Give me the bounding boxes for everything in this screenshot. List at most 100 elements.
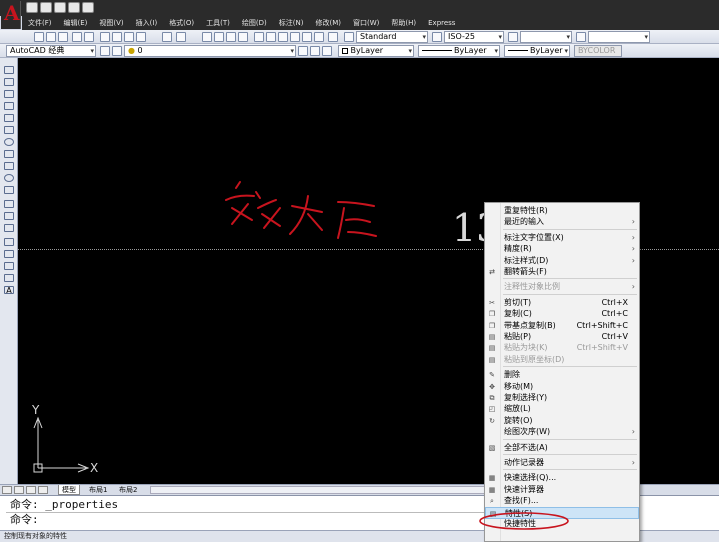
- context-menu-item[interactable]: ✂ 剪切(T) Ctrl+X: [485, 297, 639, 309]
- zoom-window-icon[interactable]: [226, 32, 236, 42]
- context-menu-item[interactable]: 最近的输入 ›: [485, 216, 639, 228]
- table-style-select[interactable]: ▾: [520, 31, 572, 43]
- lineweight-select[interactable]: ByLayer ▾: [504, 45, 570, 57]
- polygon-icon[interactable]: [4, 102, 14, 110]
- ellipse-arc-icon[interactable]: [4, 186, 14, 194]
- tab-layout2[interactable]: 布局2: [116, 485, 140, 495]
- context-menu-item[interactable]: ❐ 带基点复制(B) Ctrl+Shift+C: [485, 320, 639, 332]
- revcloud-icon[interactable]: [4, 150, 14, 158]
- spline-icon[interactable]: [4, 162, 14, 170]
- context-menu-item[interactable]: ◰ 缩放(L): [485, 403, 639, 415]
- paste-icon[interactable]: [124, 32, 134, 42]
- xline-icon[interactable]: [4, 78, 14, 86]
- line-icon[interactable]: [4, 66, 14, 74]
- new-icon[interactable]: [34, 32, 44, 42]
- context-menu-item[interactable]: 精度(R) ›: [485, 243, 639, 255]
- menu-modify[interactable]: 修改(M): [309, 16, 347, 30]
- context-menu-item[interactable]: ✥ 移动(M): [485, 381, 639, 393]
- undo-icon[interactable]: [82, 2, 94, 13]
- polyline-icon[interactable]: [4, 90, 14, 98]
- gradient-icon[interactable]: [4, 250, 14, 258]
- workspace-settings-icon[interactable]: [100, 46, 110, 56]
- save-icon[interactable]: [58, 32, 68, 42]
- properties-icon[interactable]: [254, 32, 264, 42]
- design-center-icon[interactable]: [266, 32, 276, 42]
- markup-icon[interactable]: [302, 32, 312, 42]
- context-menu-item[interactable]: ↻ 旋转(O): [485, 415, 639, 427]
- menu-insert[interactable]: 插入(I): [130, 16, 164, 30]
- context-menu-item[interactable]: ⇄ 翻转箭头(F): [485, 266, 639, 278]
- menu-express[interactable]: Express: [422, 16, 461, 30]
- region-icon[interactable]: [4, 262, 14, 270]
- mtext-icon[interactable]: A: [4, 286, 14, 295]
- text-style-select[interactable]: Standard ▾: [356, 31, 428, 43]
- pan-icon[interactable]: [202, 32, 212, 42]
- last-tab-icon[interactable]: [38, 486, 48, 494]
- save-icon[interactable]: [54, 2, 66, 13]
- arc-icon[interactable]: [4, 126, 14, 134]
- make-current-icon[interactable]: [298, 46, 308, 56]
- point-icon[interactable]: [4, 224, 14, 232]
- context-menu-item[interactable]: ❐ 复制(C) Ctrl+C: [485, 308, 639, 320]
- match-properties-icon[interactable]: [136, 32, 146, 42]
- menu-view[interactable]: 视图(V): [93, 16, 129, 30]
- tab-model[interactable]: 模型: [58, 485, 80, 495]
- rectangle-icon[interactable]: [4, 114, 14, 122]
- color-select[interactable]: ByLayer ▾: [338, 45, 414, 57]
- context-menu-item[interactable]: 动作记录器 ›: [485, 457, 639, 469]
- menu-dimension[interactable]: 标注(N): [273, 16, 310, 30]
- zoom-previous-icon[interactable]: [238, 32, 248, 42]
- ellipse-icon[interactable]: [4, 174, 14, 182]
- context-menu-item[interactable]: ✎ 删除: [485, 369, 639, 381]
- tool-palettes-icon[interactable]: [278, 32, 288, 42]
- cut-icon[interactable]: [100, 32, 110, 42]
- context-menu-item[interactable]: ▦ 快速计算器: [485, 484, 639, 496]
- context-menu-item[interactable]: 标注样式(D) ›: [485, 255, 639, 267]
- copy-icon[interactable]: [112, 32, 122, 42]
- menu-draw[interactable]: 绘图(D): [236, 16, 273, 30]
- print-icon[interactable]: [72, 32, 82, 42]
- help-icon[interactable]: [328, 32, 338, 42]
- context-menu-item[interactable]: 重复特性(R): [485, 205, 639, 217]
- context-menu-item[interactable]: 标注文字位置(X) ›: [485, 232, 639, 244]
- quickcalc-icon[interactable]: [314, 32, 324, 42]
- context-menu-item[interactable]: ▦ 快速选择(Q)...: [485, 472, 639, 484]
- print-icon[interactable]: [68, 2, 80, 13]
- linetype-select[interactable]: ByLayer ▾: [418, 45, 500, 57]
- app-logo-button[interactable]: A: [1, 1, 21, 29]
- dim-style-select[interactable]: ISO-25 ▾: [444, 31, 504, 43]
- layer-select[interactable]: ● 0 ▾: [124, 45, 296, 57]
- tab-layout1[interactable]: 布局1: [86, 485, 110, 495]
- menu-edit[interactable]: 编辑(E): [58, 16, 94, 30]
- multileader-style-select[interactable]: ▾: [588, 31, 650, 43]
- layer-previous-icon[interactable]: [310, 46, 320, 56]
- make-block-icon[interactable]: [4, 212, 14, 220]
- context-menu-item[interactable]: ⌕ 查找(F)...: [485, 495, 639, 507]
- context-menu-item[interactable]: ▤ 粘贴(P) Ctrl+V: [485, 331, 639, 343]
- context-menu-item[interactable]: ▧ 全部不选(A): [485, 442, 639, 454]
- menu-window[interactable]: 窗口(W): [347, 16, 385, 30]
- prev-tab-icon[interactable]: [14, 486, 24, 494]
- zoom-realtime-icon[interactable]: [214, 32, 224, 42]
- menu-format[interactable]: 格式(O): [163, 16, 200, 30]
- open-icon[interactable]: [40, 2, 52, 13]
- first-tab-icon[interactable]: [2, 486, 12, 494]
- new-icon[interactable]: [26, 2, 38, 13]
- menu-help[interactable]: 帮助(H): [385, 16, 422, 30]
- context-menu-item[interactable]: ⧉ 复制选择(Y): [485, 392, 639, 404]
- next-tab-icon[interactable]: [26, 486, 36, 494]
- menu-file[interactable]: 文件(F): [22, 16, 58, 30]
- open-icon[interactable]: [46, 32, 56, 42]
- sheet-set-icon[interactable]: [290, 32, 300, 42]
- command-input[interactable]: 命令:: [10, 513, 39, 526]
- insert-block-icon[interactable]: [4, 200, 14, 208]
- context-menu-item[interactable]: 绘图次序(W) ›: [485, 426, 639, 438]
- menu-tools[interactable]: 工具(T): [200, 16, 236, 30]
- circle-icon[interactable]: [4, 138, 14, 146]
- hatch-icon[interactable]: [4, 238, 14, 246]
- layer-state-icon[interactable]: [322, 46, 332, 56]
- workspace-select[interactable]: AutoCAD 经典 ▾: [6, 45, 96, 57]
- table-icon[interactable]: [4, 274, 14, 282]
- layer-manager-icon[interactable]: [112, 46, 122, 56]
- redo-icon[interactable]: [176, 32, 186, 42]
